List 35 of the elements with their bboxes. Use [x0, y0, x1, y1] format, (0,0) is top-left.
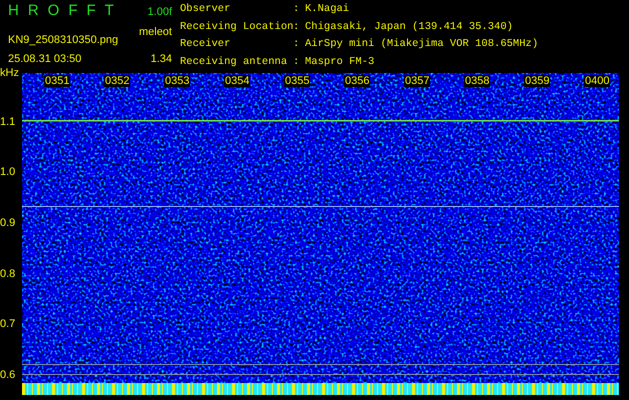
axis-label: 0.9 — [0, 216, 16, 229]
time-label: 0358 — [464, 75, 490, 88]
info-separator: : — [293, 56, 300, 70]
info-value: K.Nagai — [305, 3, 350, 17]
unit-label: kHz — [0, 67, 19, 80]
time-label: 0357 — [404, 75, 430, 88]
info-label: Receiving antenna — [180, 56, 288, 70]
info-label: Observer — [180, 3, 232, 17]
axis-label: 0.7 — [0, 318, 16, 330]
axis-label: 1.1 — [0, 116, 16, 128]
time-label: 0354 — [224, 75, 250, 88]
axis-label: 0.6 — [0, 368, 16, 381]
info-value: AirSpy mini (Miakejima VOR 108.65MHz) — [305, 38, 538, 52]
time-label: 0356 — [344, 75, 370, 88]
axis-label: 1.0 — [0, 166, 16, 178]
info-label: Receiver — [180, 38, 232, 52]
info-value: Maspro FM-3 — [305, 56, 376, 70]
time-label: 0352 — [104, 75, 130, 88]
time-label: 0355 — [284, 75, 310, 88]
info-separator: : — [293, 20, 300, 35]
time-label: 0359 — [524, 75, 550, 88]
info-separator: : — [293, 38, 300, 52]
info-label: Receiving Location — [180, 20, 293, 35]
axis-label: 0.8 — [0, 268, 16, 280]
version-label: 1.00f — [148, 6, 172, 18]
date-time: 25.08.31 03:50 — [8, 53, 82, 65]
file-name: KN9_2508310350.png — [8, 34, 118, 46]
info-value: Chigasaki, Japan (139.414 35.340) — [305, 20, 514, 35]
info-separator: : — [293, 3, 300, 17]
time-label: 0351 — [44, 75, 70, 88]
time-label: 0353 — [164, 75, 190, 88]
app-logo: HROFFT — [8, 2, 123, 19]
time-label: 0400 — [584, 75, 610, 88]
value-label: 1.34 — [150, 53, 172, 65]
mode-label: meleot — [138, 26, 172, 38]
